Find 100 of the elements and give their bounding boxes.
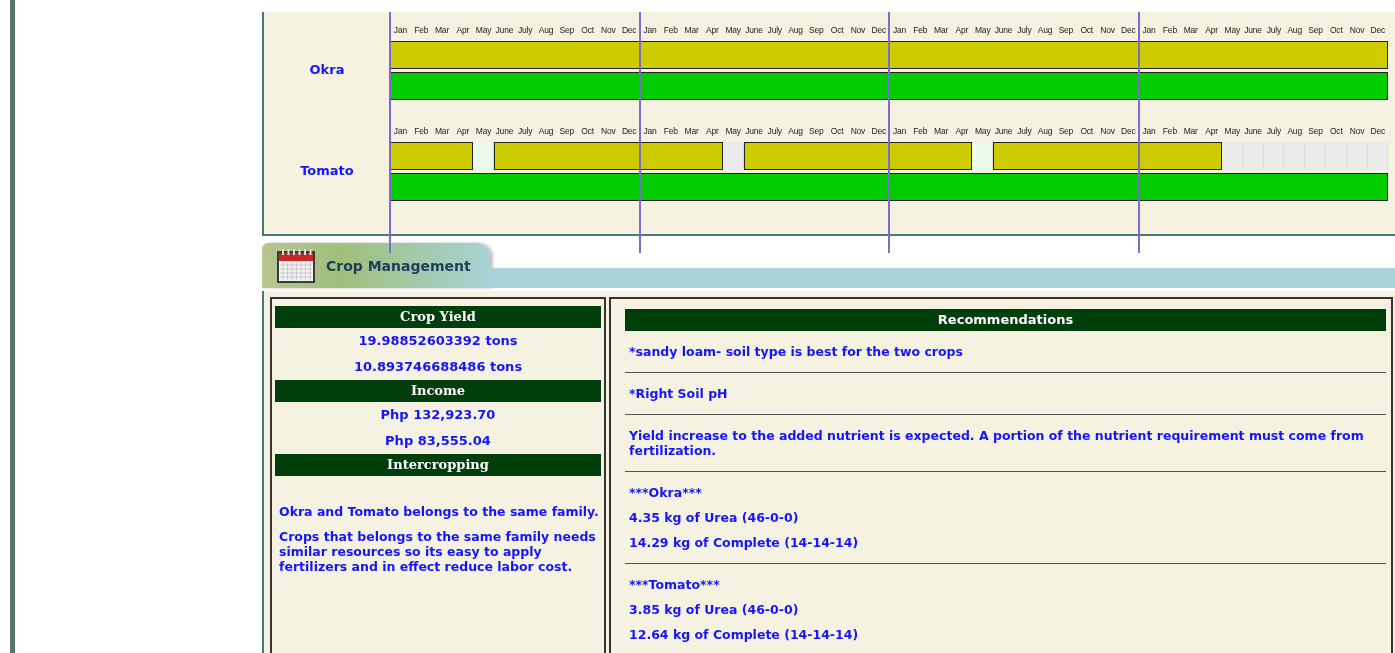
month-label: Oct xyxy=(829,126,845,136)
month-label: Nov xyxy=(849,126,867,136)
month-label: Feb xyxy=(413,25,430,35)
summary-value: Php 83,555.04 xyxy=(384,432,492,450)
month-label: Apr xyxy=(705,25,720,35)
month-label: Mar xyxy=(433,25,450,35)
summary-value: 10.893746688486 tons xyxy=(352,358,524,376)
month-label: Nov xyxy=(600,25,617,35)
month-label: May xyxy=(724,126,742,136)
month-label: Aug xyxy=(787,25,804,35)
recommendation-text: *Right Soil pH xyxy=(629,385,729,403)
month-label: Aug xyxy=(537,25,555,35)
month-label: July xyxy=(1265,126,1283,136)
month-label: Feb xyxy=(662,126,679,136)
month-label: Dec xyxy=(620,25,638,35)
month-label: Sep xyxy=(558,25,576,35)
month-label: Nov xyxy=(600,126,617,136)
month-label: Jan xyxy=(1141,126,1157,136)
month-label: July xyxy=(517,25,534,35)
month-label: June xyxy=(1243,25,1263,35)
recommendation-text: Yield increase to the added nutrient is expected. A portion of the nutrient requirement must come from fertilization. xyxy=(629,427,1365,460)
month-label: Oct xyxy=(1079,126,1094,136)
recommendation-text: *sandy loam- soil type is best for the two crops xyxy=(629,343,964,361)
month-label: Apr xyxy=(455,25,471,35)
month-label: Apr xyxy=(705,126,720,136)
table-header: Recommendations xyxy=(625,309,1386,331)
month-label: Sep xyxy=(808,126,825,136)
month-label: Aug xyxy=(1286,126,1303,136)
month-label: June xyxy=(494,25,515,35)
month-label: Feb xyxy=(1161,25,1178,35)
recommendation-text: 14.29 kg of Complete (14-14-14) xyxy=(629,534,860,552)
month-label: Feb xyxy=(912,126,929,136)
month-label: Dec xyxy=(1369,126,1387,136)
month-label: Sep xyxy=(1057,126,1075,136)
table-header: Crop Yield xyxy=(275,306,601,328)
month-label: June xyxy=(993,25,1014,35)
month-label: Sep xyxy=(808,25,825,35)
month-label: Oct xyxy=(1328,126,1344,136)
month-label: Apr xyxy=(455,126,471,136)
month-label: Sep xyxy=(1307,126,1324,136)
month-label: Nov xyxy=(1348,25,1366,35)
table-header: Intercropping xyxy=(275,454,601,476)
month-label: Sep xyxy=(558,126,576,136)
summary-value: Php 132,923.70 xyxy=(379,406,497,424)
month-label: Jan xyxy=(891,126,908,136)
month-label: June xyxy=(744,25,764,35)
month-label: Dec xyxy=(1369,25,1387,35)
month-label: Mar xyxy=(1182,25,1199,35)
month-label: June xyxy=(494,126,515,136)
month-label: Oct xyxy=(1079,25,1094,35)
month-label: Aug xyxy=(537,126,555,136)
month-label: Mar xyxy=(683,126,700,136)
crop-name: Tomato xyxy=(300,162,354,178)
summary-value: 19.98852603392 tons xyxy=(357,332,519,350)
month-label: Mar xyxy=(1182,126,1199,136)
month-label: Oct xyxy=(580,126,595,136)
month-label: Jan xyxy=(1141,25,1157,35)
month-label: Feb xyxy=(413,126,430,136)
month-label: Dec xyxy=(1120,126,1137,136)
month-label: May xyxy=(474,126,493,136)
month-label: Jan xyxy=(891,25,908,35)
recommendation-text: 12.64 kg of Complete (14-14-14) xyxy=(629,626,860,644)
month-label: Nov xyxy=(849,25,867,35)
month-label: May xyxy=(724,25,742,35)
month-label: Nov xyxy=(1099,25,1116,35)
month-label: Nov xyxy=(1348,126,1366,136)
month-label: Sep xyxy=(1057,25,1075,35)
month-label: Aug xyxy=(1286,25,1303,35)
month-label: Feb xyxy=(912,25,929,35)
month-label: Jan xyxy=(642,126,658,136)
table-header: Income xyxy=(275,380,601,402)
recommendation-text: 4.35 kg of Urea (46-0-0) xyxy=(629,509,800,527)
month-label: Dec xyxy=(870,25,887,35)
month-label: Jan xyxy=(392,126,408,136)
month-label: Aug xyxy=(1036,25,1054,35)
month-label: Apr xyxy=(954,126,970,136)
recommendation-text: 3.85 kg of Urea (46-0-0) xyxy=(629,601,800,619)
month-label: Jan xyxy=(642,25,658,35)
month-label: Mar xyxy=(683,25,700,35)
month-label: Nov xyxy=(1099,126,1116,136)
month-label: May xyxy=(474,25,493,35)
month-label: Apr xyxy=(954,25,970,35)
month-label: Oct xyxy=(829,25,845,35)
section-title: Crop Management xyxy=(326,257,471,274)
month-label: Dec xyxy=(870,126,887,136)
month-label: Feb xyxy=(1161,126,1178,136)
month-label: Mar xyxy=(433,126,450,136)
month-label: May xyxy=(1223,25,1241,35)
month-label: June xyxy=(744,126,764,136)
month-label: Aug xyxy=(787,126,804,136)
crop-name: Okra xyxy=(309,61,345,77)
intercropping-note: Okra and Tomato belongs to the same family. xyxy=(279,504,600,519)
calendar-icon xyxy=(276,247,316,284)
month-label: July xyxy=(517,126,534,136)
month-label: Apr xyxy=(1204,25,1219,35)
month-label: Aug xyxy=(1036,126,1054,136)
month-label: July xyxy=(766,25,783,35)
month-label: May xyxy=(973,25,992,35)
month-label: Sep xyxy=(1307,25,1324,35)
month-label: May xyxy=(1223,126,1241,136)
